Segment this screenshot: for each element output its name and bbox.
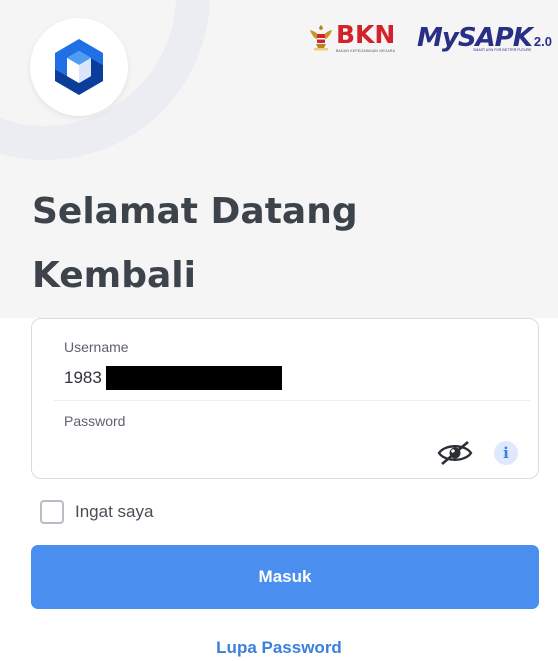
- mysapk-logo: MySAPK 2.0 SMART ASN FOR BETTER FUTURE: [417, 24, 552, 52]
- welcome-line-2: Kembali: [32, 255, 196, 296]
- forgot-password-link[interactable]: Lupa Password: [0, 638, 558, 658]
- app-logo: [30, 18, 128, 116]
- remember-me[interactable]: Ingat saya: [40, 500, 153, 524]
- field-divider: [54, 400, 530, 401]
- mysapk-tagline: SMART ASN FOR BETTER FUTURE: [473, 48, 532, 52]
- password-label: Password: [64, 413, 126, 429]
- info-icon[interactable]: i: [494, 441, 518, 465]
- garuda-emblem-icon: [310, 25, 332, 51]
- remember-checkbox[interactable]: [40, 500, 64, 524]
- welcome-heading: Selamat Datang Kembali: [32, 180, 358, 308]
- password-input[interactable]: [64, 439, 424, 465]
- redacted-block: [106, 366, 282, 390]
- welcome-line-1: Selamat Datang: [32, 191, 358, 232]
- bkn-subtitle: BADAN KEPEGAWAIAN NEGARA: [336, 49, 396, 53]
- login-button[interactable]: Masuk: [31, 545, 539, 609]
- bkn-title: BKN: [336, 20, 396, 49]
- eye-slash-icon[interactable]: [436, 439, 474, 467]
- login-form-card: Username 1983 Password i: [31, 318, 539, 479]
- app-cube-logo-icon: [55, 39, 103, 95]
- username-label: Username: [64, 339, 129, 355]
- mysapk-version: 2.0: [533, 34, 552, 49]
- remember-label: Ingat saya: [75, 502, 154, 521]
- bkn-logo: BKN BADAN KEPEGAWAIAN NEGARA: [308, 22, 395, 56]
- username-input[interactable]: 1983: [64, 368, 102, 388]
